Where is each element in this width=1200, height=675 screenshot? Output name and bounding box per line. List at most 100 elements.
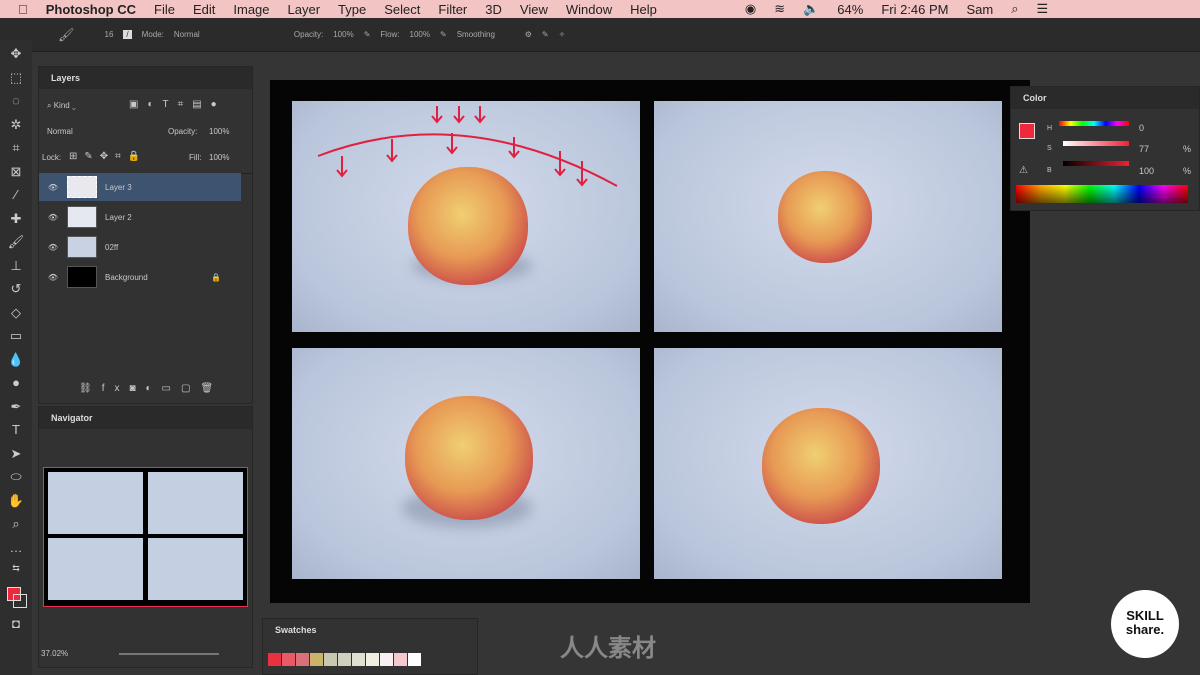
saturation-slider[interactable] (1063, 141, 1129, 146)
brightness-slider[interactable] (1063, 161, 1129, 166)
color-swatch[interactable] (352, 653, 365, 666)
airbrush-icon[interactable]: ✎ (440, 30, 447, 39)
layer-opacity[interactable]: 100% (209, 127, 229, 136)
menu-window[interactable]: Window (566, 2, 612, 17)
filter-kind-select[interactable]: ⌕ Kind ⌄ (47, 101, 76, 111)
menu-help[interactable]: Help (630, 2, 657, 17)
color-swatch[interactable] (324, 653, 337, 666)
hue-slider[interactable] (1059, 121, 1129, 126)
app-name[interactable]: Photoshop CC (46, 2, 136, 17)
marquee-tool-icon[interactable]: ⬚ (10, 70, 22, 94)
color-swatch[interactable] (338, 653, 351, 666)
volume-icon[interactable]: 🔈 (803, 1, 819, 17)
move-tool-icon[interactable]: ✥ (11, 46, 22, 70)
history-brush-icon[interactable]: ↺ (11, 281, 22, 305)
brush-size[interactable]: 16 (105, 30, 114, 39)
menu-filter[interactable]: Filter (438, 2, 467, 17)
crop-tool-icon[interactable]: ⌗ (12, 140, 19, 164)
symmetry-icon[interactable]: ✧ (559, 30, 566, 39)
dodge-icon[interactable]: ● (12, 375, 20, 399)
blur-icon[interactable]: 💧 (8, 352, 24, 376)
layer-row[interactable]: 👁 Layer 2 (39, 203, 241, 231)
navigator-preview[interactable] (43, 467, 248, 607)
quick-mask-icon[interactable]: ◘ (12, 616, 20, 640)
menu-image[interactable]: Image (233, 2, 269, 17)
layer-row[interactable]: 👁 Background 🔒 (39, 263, 241, 291)
zoom-slider[interactable] (119, 653, 219, 655)
color-swatch[interactable] (408, 653, 421, 666)
zoom-value[interactable]: 37.02% (41, 649, 68, 658)
flow-value[interactable]: 100% (410, 30, 430, 39)
background-color[interactable] (13, 593, 27, 608)
pressure-opacity-icon[interactable]: ✎ (364, 30, 371, 39)
healing-icon[interactable]: ✚ (11, 211, 22, 235)
document-canvas[interactable] (270, 80, 1030, 603)
frame-tool-icon[interactable]: ⊠ (11, 164, 22, 188)
menu-edit[interactable]: Edit (193, 2, 215, 17)
stamp-tool-icon[interactable]: ⊥ (10, 258, 21, 282)
mode-select[interactable]: Normal (174, 30, 284, 39)
swap-colors-icon[interactable]: ⇆ (12, 563, 20, 587)
eye-icon[interactable]: 👁 (39, 243, 67, 252)
color-spectrum[interactable] (1016, 185, 1188, 203)
menu-type[interactable]: Type (338, 2, 366, 17)
menu-file[interactable]: File (154, 2, 175, 17)
filter-icons[interactable]: ▣◐T⌗▤● (129, 99, 226, 110)
gradient-icon[interactable]: ▭ (10, 328, 22, 352)
lasso-tool-icon[interactable]: ◌ (12, 93, 20, 117)
user-name[interactable]: Sam (967, 2, 994, 17)
opacity-value[interactable]: 100% (333, 30, 353, 39)
b-value[interactable]: 100 (1139, 166, 1154, 176)
layer-row[interactable]: 👁 Layer 3 (39, 173, 241, 201)
record-icon[interactable]: ◉ (745, 1, 756, 17)
foreground-swatch[interactable] (1019, 123, 1035, 139)
list-icon[interactable]: ☰ (1037, 1, 1049, 17)
gamut-warning-icon[interactable]: ⚠ (1019, 165, 1028, 176)
color-swatch[interactable] (282, 653, 295, 666)
blend-mode-select[interactable]: Normal (47, 127, 165, 136)
pressure-size-icon[interactable]: ✎ (542, 30, 549, 39)
color-swatch[interactable] (366, 653, 379, 666)
zoom-tool-icon[interactable]: ⌕ (12, 516, 19, 540)
color-swatch[interactable] (394, 653, 407, 666)
layer-fill[interactable]: 100% (209, 153, 229, 162)
color-swatch[interactable] (268, 653, 281, 666)
eraser-icon[interactable]: ◇ (11, 305, 21, 329)
type-tool-icon[interactable]: T (12, 422, 20, 446)
color-swatch[interactable] (310, 653, 323, 666)
s-value[interactable]: 77 (1139, 144, 1149, 154)
eyedropper-icon[interactable]: ⁄ (15, 187, 17, 211)
h-value[interactable]: 0 (1139, 123, 1144, 133)
layer-actions[interactable]: ⛓fx◙◐▭▢🗑 (79, 383, 223, 394)
path-select-icon[interactable]: ➤ (11, 446, 22, 470)
pen-tool-icon[interactable]: ✒ (11, 399, 22, 423)
lock-icons[interactable]: ⊞✎✥⌗🔒 (69, 151, 147, 162)
clock[interactable]: Fri 2:46 PM (881, 2, 948, 17)
menu-3d[interactable]: 3D (485, 2, 502, 17)
menu-select[interactable]: Select (384, 2, 420, 17)
search-icon[interactable]: ⌕ (1011, 1, 1018, 17)
brush-tool-icon[interactable]: 🖌 (58, 27, 75, 43)
color-swatch[interactable] (380, 653, 393, 666)
brush-panel-icon[interactable]: / (123, 30, 132, 39)
eye-icon[interactable]: 👁 (39, 213, 67, 222)
brush-tool-icon[interactable]: 🖌 (8, 234, 25, 258)
battery-status[interactable]: 64% (837, 2, 863, 17)
layer-row[interactable]: 👁 02ff (39, 233, 241, 261)
menu-layer[interactable]: Layer (288, 2, 321, 17)
apple-icon[interactable]:  (18, 2, 28, 17)
wifi-icon[interactable]: ≋ (774, 1, 785, 17)
smoothing-label[interactable]: Smoothing (457, 30, 515, 39)
shape-tool-icon[interactable]: ⬭ (10, 469, 21, 493)
hand-tool-icon[interactable]: ✋ (8, 493, 24, 517)
eye-icon[interactable]: 👁 (39, 183, 67, 192)
more-tools-icon[interactable]: … (10, 540, 23, 564)
layer-thumbnail (67, 266, 97, 288)
magic-wand-icon[interactable]: ✲ (11, 117, 22, 141)
eye-icon[interactable]: 👁 (39, 273, 67, 282)
s-label: S (1047, 145, 1052, 152)
color-swatch[interactable] (296, 653, 309, 666)
menu-view[interactable]: View (520, 2, 548, 17)
gear-icon[interactable]: ⚙ (525, 30, 532, 39)
swatches-title: Swatches (275, 625, 317, 635)
